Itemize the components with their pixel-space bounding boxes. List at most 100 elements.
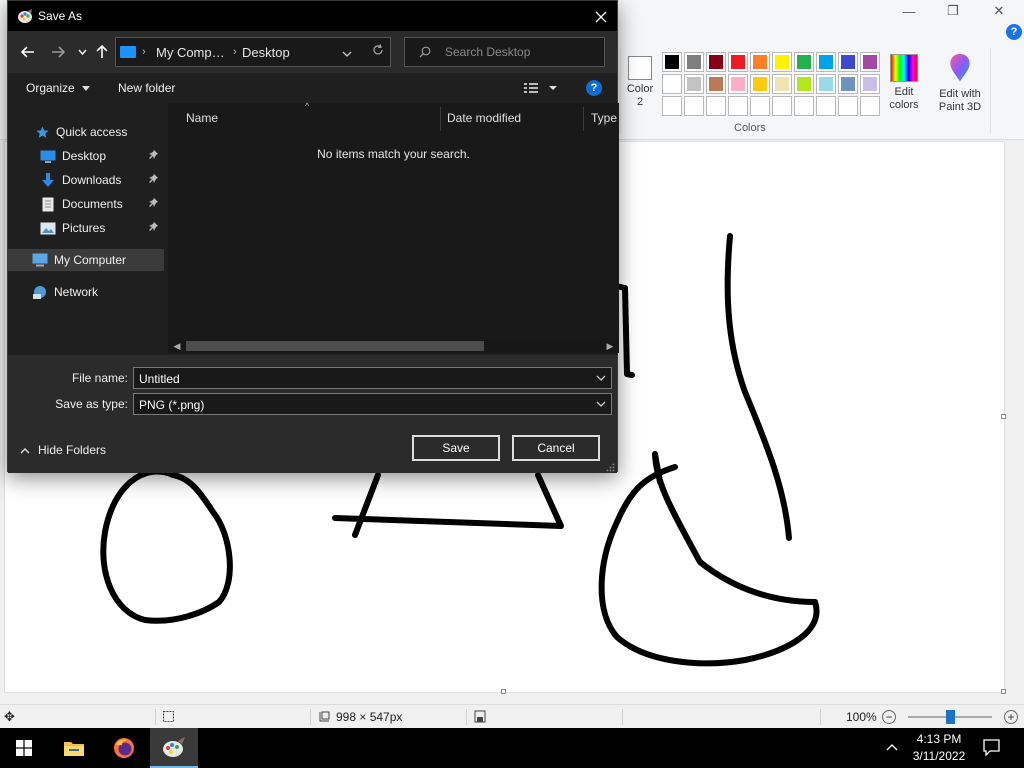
network-icon xyxy=(32,284,48,300)
arrow-up-icon xyxy=(96,45,108,58)
palette-swatch[interactable] xyxy=(816,96,836,116)
taskbar-file-explorer[interactable] xyxy=(50,728,98,768)
save-button[interactable]: Save xyxy=(412,435,500,461)
palette-swatch[interactable] xyxy=(662,96,682,116)
pictures-icon xyxy=(40,220,56,236)
file-list[interactable]: ^ Name Date modified Type No items match… xyxy=(168,101,619,339)
start-button[interactable] xyxy=(0,728,48,768)
tree-label: Documents xyxy=(62,197,123,211)
palette-swatch[interactable] xyxy=(816,52,836,72)
forward-button[interactable] xyxy=(48,42,68,62)
palette-swatch[interactable] xyxy=(794,74,814,94)
maximize-button[interactable]: ❐ xyxy=(930,0,976,22)
address-bar[interactable]: › My Comp… › Desktop xyxy=(115,37,391,67)
tree-item-desktop[interactable]: Desktop xyxy=(8,145,164,167)
tree-label: Quick access xyxy=(56,125,128,139)
canvas-resize-handle[interactable] xyxy=(1001,689,1006,694)
hide-folders-button[interactable]: Hide Folders xyxy=(20,443,106,457)
palette-swatch[interactable] xyxy=(728,96,748,116)
scroll-left-button[interactable]: ◀ xyxy=(170,339,184,353)
column-header-type[interactable]: Type xyxy=(591,111,617,125)
new-folder-button[interactable]: New folder xyxy=(118,81,175,95)
tree-item-documents[interactable]: Documents xyxy=(8,193,164,215)
palette-swatch[interactable] xyxy=(684,96,704,116)
palette-swatch[interactable] xyxy=(860,52,880,72)
zoom-slider-thumb[interactable] xyxy=(946,710,955,724)
tree-item-my-computer[interactable]: My Computer xyxy=(8,249,164,271)
close-button[interactable]: ✕ xyxy=(976,0,1022,22)
system-clock[interactable]: 4:13 PM 3/11/2022 xyxy=(906,731,972,765)
palette-swatch[interactable] xyxy=(772,74,792,94)
palette-swatch[interactable] xyxy=(860,96,880,116)
chevron-down-icon[interactable] xyxy=(595,372,607,384)
palette-swatch[interactable] xyxy=(860,74,880,94)
swatch-color xyxy=(797,77,811,91)
palette-swatch[interactable] xyxy=(816,74,836,94)
refresh-icon[interactable] xyxy=(372,44,384,59)
column-divider[interactable] xyxy=(440,107,441,131)
canvas-resize-handle[interactable] xyxy=(501,689,506,694)
tree-label: Desktop xyxy=(62,149,107,163)
palette-swatch[interactable] xyxy=(772,52,792,72)
dialog-close-button[interactable] xyxy=(584,3,618,31)
taskbar-firefox[interactable] xyxy=(100,728,148,768)
file-name-input[interactable]: Untitled xyxy=(133,367,612,389)
tree-quick-access[interactable]: Quick access xyxy=(8,121,164,143)
palette-swatch[interactable] xyxy=(684,74,704,94)
recent-locations-button[interactable] xyxy=(72,42,92,62)
save-as-type-select[interactable]: PNG (*.png) xyxy=(133,393,612,415)
color2-label: Color 2 xyxy=(626,83,654,108)
column-header-name[interactable]: Name xyxy=(186,111,218,125)
tree-item-network[interactable]: Network xyxy=(8,281,164,303)
address-dropdown-icon[interactable] xyxy=(342,46,352,61)
palette-swatch[interactable] xyxy=(772,96,792,116)
palette-swatch[interactable] xyxy=(728,52,748,72)
palette-swatch[interactable] xyxy=(706,52,726,72)
canvas-resize-handle[interactable] xyxy=(1001,414,1006,419)
palette-swatch[interactable] xyxy=(728,74,748,94)
help-icon[interactable]: ? xyxy=(586,80,602,96)
up-button[interactable] xyxy=(92,42,112,62)
palette-swatch[interactable] xyxy=(838,96,858,116)
action-center-button[interactable] xyxy=(983,739,1000,759)
resize-grip-icon[interactable] xyxy=(606,461,615,475)
palette-swatch[interactable] xyxy=(750,96,770,116)
tree-item-downloads[interactable]: Downloads xyxy=(8,169,164,191)
edit-colors-button[interactable]: Edit colors xyxy=(882,52,926,112)
view-options-button[interactable] xyxy=(523,82,559,97)
paint-help-icon[interactable]: ? xyxy=(1006,24,1022,40)
search-box[interactable]: Search Desktop xyxy=(404,37,605,67)
palette-swatch[interactable] xyxy=(662,74,682,94)
show-hidden-icons-button[interactable] xyxy=(886,740,898,754)
palette-swatch[interactable] xyxy=(706,74,726,94)
column-divider[interactable] xyxy=(583,107,584,131)
swatch-color xyxy=(819,99,833,113)
cancel-button[interactable]: Cancel xyxy=(512,435,600,461)
palette-swatch[interactable] xyxy=(706,96,726,116)
palette-swatch[interactable] xyxy=(838,74,858,94)
horizontal-scrollbar[interactable]: ◀ ▶ xyxy=(168,339,619,353)
breadcrumb-my-computer[interactable]: My Comp… xyxy=(156,45,225,60)
zoom-out-button[interactable]: − xyxy=(882,710,896,724)
color2-button[interactable]: Color 2 xyxy=(620,52,660,109)
scroll-right-button[interactable]: ▶ xyxy=(603,339,617,353)
swatch-color xyxy=(775,77,789,91)
palette-swatch[interactable] xyxy=(794,52,814,72)
breadcrumb-desktop[interactable]: Desktop xyxy=(242,45,290,60)
palette-swatch[interactable] xyxy=(794,96,814,116)
palette-swatch[interactable] xyxy=(838,52,858,72)
minimize-button[interactable]: — xyxy=(886,0,932,22)
organize-button[interactable]: Organize xyxy=(26,81,91,95)
edit-with-paint3d-button[interactable]: Edit with Paint 3D xyxy=(934,52,986,114)
palette-swatch[interactable] xyxy=(662,52,682,72)
taskbar-paint[interactable] xyxy=(150,728,198,768)
tree-item-pictures[interactable]: Pictures xyxy=(8,217,164,239)
column-header-date-modified[interactable]: Date modified xyxy=(447,111,521,125)
zoom-in-button[interactable]: + xyxy=(1004,710,1018,724)
palette-swatch[interactable] xyxy=(750,74,770,94)
palette-swatch[interactable] xyxy=(684,52,704,72)
back-button[interactable] xyxy=(18,42,38,62)
navigation-bar: › My Comp… › Desktop Search Desktop xyxy=(8,31,617,73)
palette-swatch[interactable] xyxy=(750,52,770,72)
scrollbar-thumb[interactable] xyxy=(186,341,484,351)
